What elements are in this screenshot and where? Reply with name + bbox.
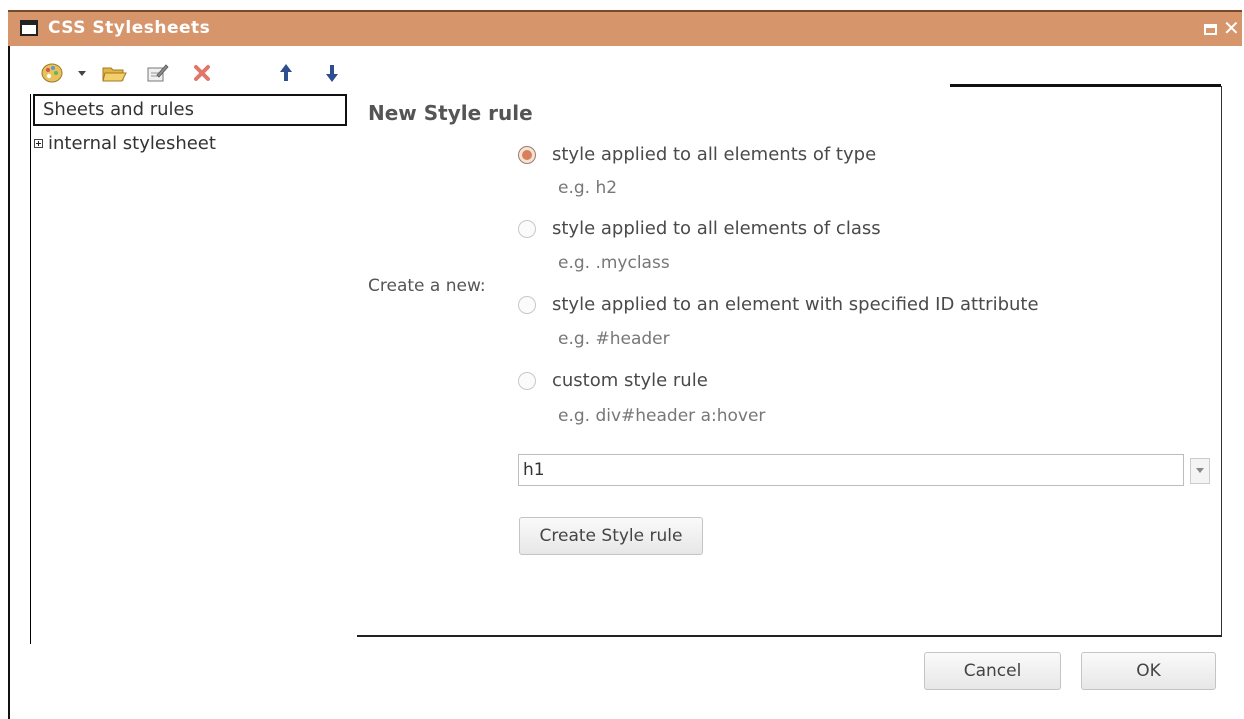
option-label: style applied to all elements of type xyxy=(552,144,877,165)
option-type-selector[interactable]: style applied to all elements of type xyxy=(518,144,876,165)
radio-button[interactable] xyxy=(518,371,536,390)
option-label: style applied to an element with specifi… xyxy=(552,294,1039,315)
close-icon[interactable]: ✕ xyxy=(1223,16,1240,40)
option-example: e.g. .myclass xyxy=(558,253,670,273)
create-new-label: Create a new: xyxy=(368,276,486,296)
option-example: e.g. h2 xyxy=(558,178,618,198)
tree-header: Sheets and rules xyxy=(33,94,347,126)
edit-icon[interactable] xyxy=(144,60,170,86)
delete-icon[interactable] xyxy=(190,60,214,86)
create-style-rule-button[interactable]: Create Style rule xyxy=(519,517,703,555)
new-style-rule-panel xyxy=(357,86,1222,637)
expand-icon[interactable] xyxy=(34,138,43,148)
title-bar[interactable]: CSS Stylesheets ✕ xyxy=(8,10,1242,46)
panel-top-border xyxy=(950,84,1221,87)
option-example: e.g. #header xyxy=(558,329,670,349)
option-example: e.g. div#header a:hover xyxy=(558,406,766,426)
cancel-button[interactable]: Cancel xyxy=(924,652,1061,690)
radio-button[interactable] xyxy=(518,295,536,314)
radio-button-checked[interactable] xyxy=(518,145,536,164)
option-id-selector[interactable]: style applied to an element with specifi… xyxy=(518,294,1039,315)
option-class-selector[interactable]: style applied to all elements of class xyxy=(518,218,881,239)
radio-button[interactable] xyxy=(518,219,536,238)
selector-input[interactable]: h1 xyxy=(518,454,1184,486)
dropdown-arrow-icon[interactable] xyxy=(76,60,88,86)
maximize-icon[interactable] xyxy=(1204,24,1217,35)
tree-item-internal-stylesheet[interactable]: internal stylesheet xyxy=(34,130,216,156)
option-custom-rule[interactable]: custom style rule xyxy=(518,370,708,391)
tree-item-label: internal stylesheet xyxy=(48,132,216,154)
panel-title: New Style rule xyxy=(368,101,533,125)
chevron-down-icon xyxy=(1196,468,1204,473)
option-label: style applied to all elements of class xyxy=(552,218,881,239)
window-title: CSS Stylesheets xyxy=(48,18,211,38)
move-down-icon[interactable] xyxy=(322,60,342,86)
option-label: custom style rule xyxy=(552,370,708,391)
window-icon xyxy=(20,20,38,36)
stylesheet-tree[interactable]: Sheets and rules internal stylesheet xyxy=(30,94,347,644)
ok-button[interactable]: OK xyxy=(1081,652,1216,690)
move-up-icon[interactable] xyxy=(276,60,296,86)
combo-dropdown-button[interactable] xyxy=(1190,458,1210,484)
folder-open-icon[interactable] xyxy=(100,60,128,86)
palette-icon[interactable] xyxy=(38,60,66,86)
